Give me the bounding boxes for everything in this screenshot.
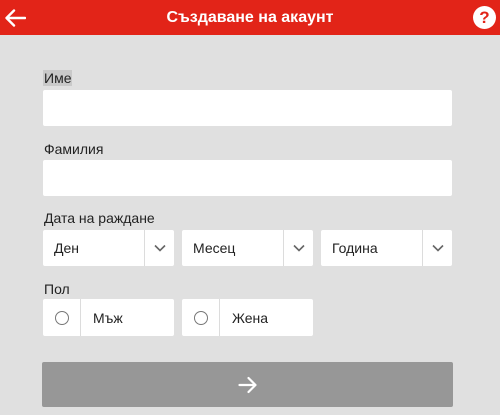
radio-button-female[interactable]	[193, 310, 208, 325]
last-name-input[interactable]	[43, 160, 452, 196]
submit-button[interactable]	[42, 362, 453, 407]
gender-label: Пол	[44, 281, 70, 297]
gender-male-label: Мъж	[93, 309, 123, 326]
chevron-down-icon	[423, 230, 452, 266]
month-select[interactable]: Месец	[182, 230, 313, 266]
help-icon: ?	[479, 8, 490, 27]
help-button[interactable]: ?	[473, 6, 496, 29]
first-name-input[interactable]	[43, 90, 452, 126]
gender-female-label: Жена	[232, 309, 269, 326]
year-select-value: Година	[332, 240, 378, 256]
birthdate-label: Дата на раждане	[44, 210, 155, 226]
gender-female-option[interactable]: Жена	[182, 299, 313, 336]
last-name-label: Фамилия	[44, 141, 104, 157]
page-title: Създаване на акаунт	[166, 8, 334, 26]
chevron-down-icon	[145, 230, 174, 266]
year-select[interactable]: Година	[321, 230, 452, 266]
arrow-right-icon	[237, 376, 257, 393]
radio-button-male[interactable]	[54, 310, 69, 325]
first-name-label: Име	[43, 70, 73, 86]
month-select-value: Месец	[193, 240, 236, 256]
chevron-down-icon	[284, 230, 313, 266]
day-select[interactable]: Ден	[43, 230, 174, 266]
gender-male-option[interactable]: Мъж	[43, 299, 174, 336]
arrow-left-icon	[5, 8, 26, 27]
back-button[interactable]	[0, 0, 30, 35]
app-header: Създаване на акаунт ?	[0, 0, 500, 35]
day-select-value: Ден	[54, 240, 79, 256]
